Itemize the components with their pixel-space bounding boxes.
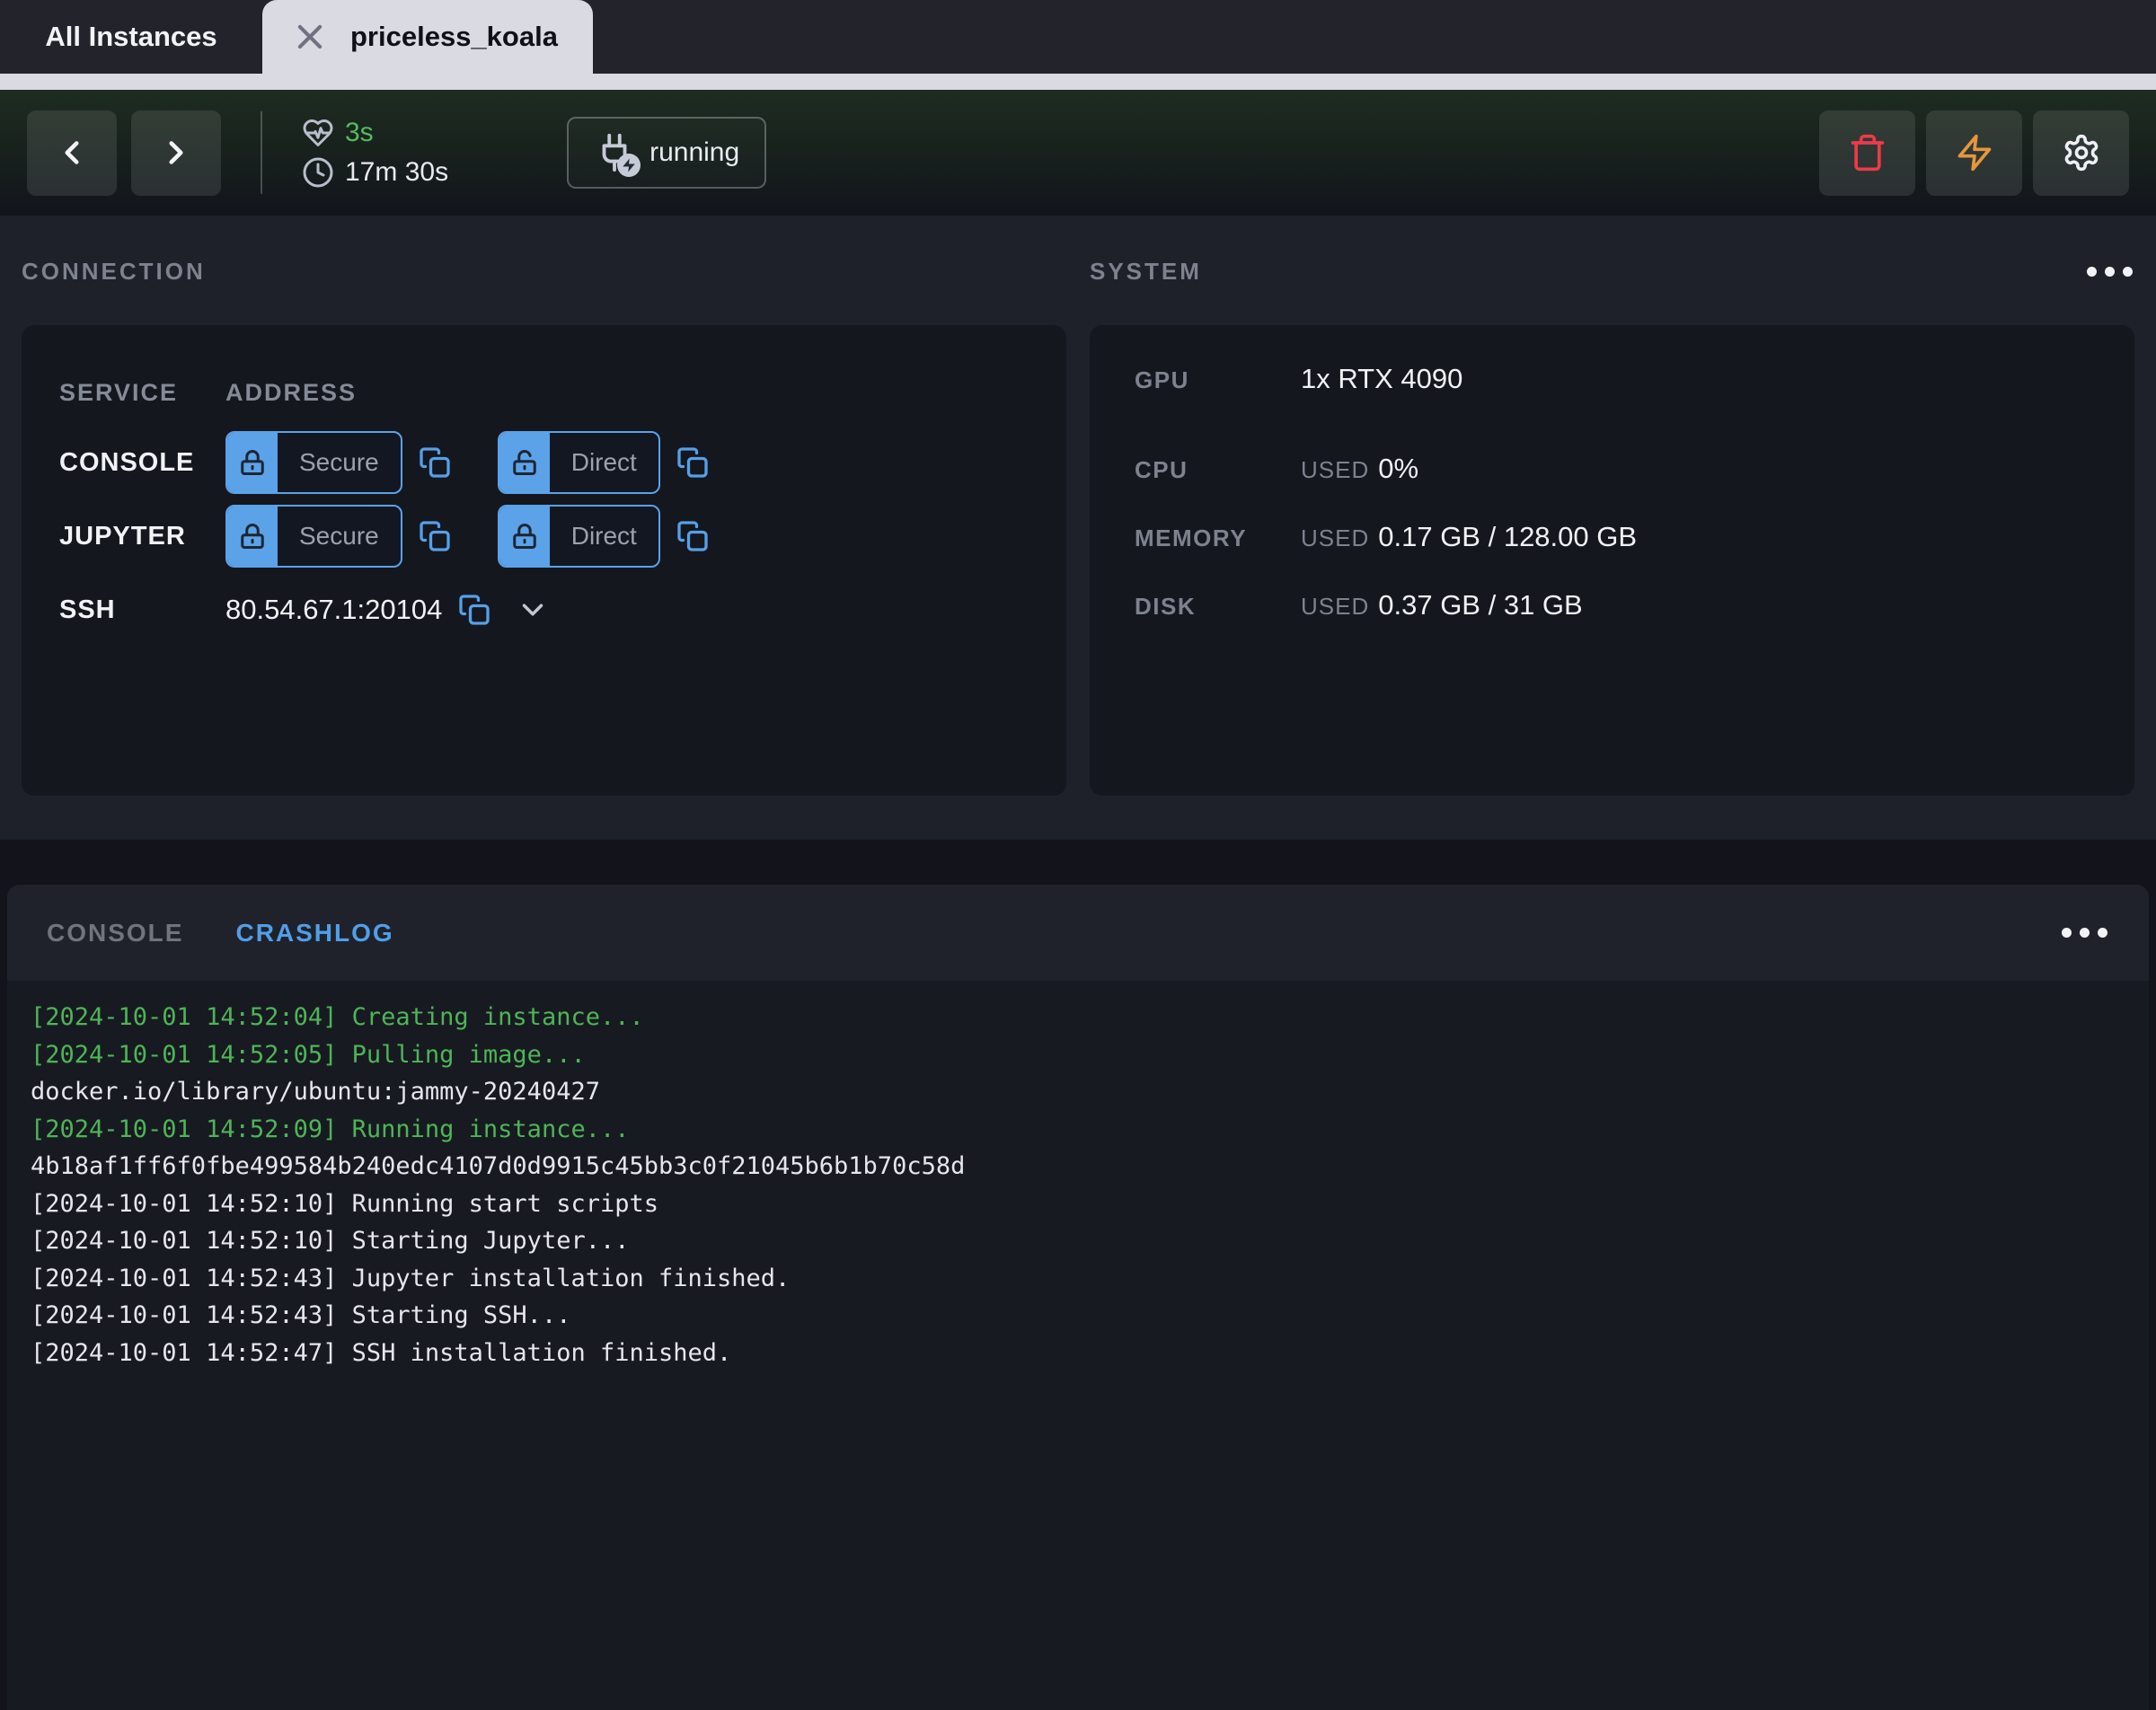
console-secure-label: Secure bbox=[278, 433, 401, 492]
memory-label: MEMORY bbox=[1135, 521, 1301, 553]
gpu-label: GPU bbox=[1135, 363, 1301, 395]
status-badge[interactable]: running bbox=[567, 117, 766, 189]
copy-icon[interactable] bbox=[676, 446, 709, 479]
tab-console[interactable]: CONSOLE bbox=[47, 919, 183, 948]
copy-icon[interactable] bbox=[458, 594, 490, 626]
disk-label: DISK bbox=[1135, 589, 1301, 621]
log-line: [2024-10-01 14:52:10] Running start scri… bbox=[31, 1186, 2125, 1223]
service-name: CONSOLE bbox=[59, 448, 225, 478]
crashlog-output[interactable]: [2024-10-01 14:52:04] Creating instance.… bbox=[7, 981, 2149, 1710]
close-icon[interactable] bbox=[293, 20, 327, 54]
plug-zap-icon bbox=[594, 132, 635, 173]
disk-used-label: USED bbox=[1301, 593, 1369, 620]
memory-used-label: USED bbox=[1301, 524, 1369, 551]
tab-instance-label: priceless_koala bbox=[350, 21, 558, 53]
lock-icon bbox=[227, 433, 278, 492]
connection-card: SERVICE ADDRESS CONSOLE Secure bbox=[22, 325, 1066, 796]
lock-open-icon bbox=[499, 433, 550, 492]
heartbeat-stat: 3s bbox=[302, 117, 448, 149]
disk-row: DISK USED 0.37 GB / 31 GB bbox=[1135, 589, 2120, 621]
copy-icon[interactable] bbox=[419, 520, 451, 552]
log-line: [2024-10-01 14:52:43] Starting SSH... bbox=[31, 1297, 2125, 1335]
gear-icon bbox=[2062, 133, 2101, 172]
memory-row: MEMORY USED 0.17 GB / 128.00 GB bbox=[1135, 521, 2120, 553]
console-direct-label: Direct bbox=[550, 433, 658, 492]
tab-crashlog[interactable]: CRASHLOG bbox=[235, 919, 393, 948]
settings-button[interactable] bbox=[2033, 110, 2129, 196]
ssh-address: 80.54.67.1:20104 bbox=[225, 594, 442, 626]
system-card: GPU 1x RTX 4090 CPU USED 0% MEMORY USED bbox=[1090, 325, 2134, 796]
chevron-left-icon bbox=[53, 134, 91, 172]
jupyter-secure-button[interactable]: Secure bbox=[225, 505, 402, 568]
connection-title: CONNECTION bbox=[22, 258, 206, 286]
console-panel: CONSOLE CRASHLOG [2024-10-01 14:52:04] C… bbox=[7, 885, 2149, 1710]
chevron-down-icon[interactable] bbox=[516, 593, 550, 627]
chevron-right-icon bbox=[157, 134, 195, 172]
uptime-value: 17m 30s bbox=[345, 157, 448, 188]
service-column-header: SERVICE bbox=[59, 379, 225, 407]
cpu-value: 0% bbox=[1378, 453, 1418, 484]
disk-value: 0.37 GB / 31 GB bbox=[1378, 589, 1582, 621]
toolbar-actions bbox=[1819, 110, 2129, 196]
trash-icon bbox=[1848, 133, 1887, 172]
log-line: [2024-10-01 14:52:09] Running instance..… bbox=[31, 1111, 2125, 1149]
system-more-menu-icon[interactable] bbox=[2085, 261, 2134, 282]
system-column: SYSTEM GPU 1x RTX 4090 CPU USED 0% bbox=[1090, 257, 2134, 796]
toolbar-divider bbox=[261, 111, 262, 194]
log-line: [2024-10-01 14:52:10] Starting Jupyter..… bbox=[31, 1222, 2125, 1260]
instance-stats: 3s 17m 30s bbox=[302, 117, 448, 189]
overview-section: CONNECTION SERVICE ADDRESS CONSOLE bbox=[0, 216, 2156, 840]
address-column-header: ADDRESS bbox=[225, 379, 357, 407]
tab-instance[interactable]: priceless_koala bbox=[262, 0, 593, 74]
uptime-stat: 17m 30s bbox=[302, 156, 448, 189]
heart-pulse-icon bbox=[302, 117, 334, 149]
instance-toolbar: 3s 17m 30s running bbox=[0, 90, 2156, 216]
copy-icon[interactable] bbox=[676, 520, 709, 552]
jupyter-secure-label: Secure bbox=[278, 507, 401, 566]
system-title: SYSTEM bbox=[1090, 258, 1202, 286]
cpu-row: CPU USED 0% bbox=[1135, 453, 2120, 485]
table-row-jupyter: JUPYTER Secure bbox=[59, 504, 1029, 569]
service-name: JUPYTER bbox=[59, 522, 225, 551]
tab-all-instances[interactable]: All Instances bbox=[0, 0, 262, 74]
clock-icon bbox=[302, 156, 334, 189]
connection-column: CONNECTION SERVICE ADDRESS CONSOLE bbox=[22, 257, 1066, 796]
log-line: [2024-10-01 14:52:43] Jupyter installati… bbox=[31, 1260, 2125, 1298]
copy-icon[interactable] bbox=[419, 446, 451, 479]
console-direct-button[interactable]: Direct bbox=[498, 431, 660, 494]
zap-icon bbox=[1955, 133, 1994, 172]
log-line: 4b18af1ff6f0fbe499584b240edc4107d0d9915c… bbox=[31, 1148, 2125, 1186]
next-instance-button[interactable] bbox=[131, 110, 221, 196]
tab-bar: All Instances priceless_koala bbox=[0, 0, 2156, 74]
jupyter-direct-label: Direct bbox=[550, 507, 658, 566]
heartbeat-value: 3s bbox=[345, 118, 374, 148]
prev-instance-button[interactable] bbox=[27, 110, 117, 196]
lock-icon bbox=[227, 507, 278, 566]
console-header: CONSOLE CRASHLOG bbox=[7, 885, 2149, 981]
status-label: running bbox=[649, 137, 739, 168]
memory-value: 0.17 GB / 128.00 GB bbox=[1378, 521, 1637, 552]
section-divider bbox=[0, 840, 2156, 885]
destroy-button[interactable] bbox=[1819, 110, 1915, 196]
cpu-label: CPU bbox=[1135, 453, 1301, 485]
jupyter-direct-button[interactable]: Direct bbox=[498, 505, 660, 568]
log-line: docker.io/library/ubuntu:jammy-20240427 bbox=[31, 1073, 2125, 1111]
gpu-row: GPU 1x RTX 4090 bbox=[1135, 363, 2120, 395]
cpu-used-label: USED bbox=[1301, 456, 1369, 483]
gpu-value: 1x RTX 4090 bbox=[1301, 363, 1462, 394]
table-row-console: CONSOLE Secure bbox=[59, 430, 1029, 495]
console-more-menu-icon[interactable] bbox=[2060, 922, 2109, 943]
zap-badge-icon bbox=[617, 154, 641, 177]
lock-icon bbox=[499, 507, 550, 566]
log-line: [2024-10-01 14:52:47] SSH installation f… bbox=[31, 1335, 2125, 1372]
tab-underline-strip bbox=[0, 74, 2156, 90]
console-secure-button[interactable]: Secure bbox=[225, 431, 402, 494]
tab-all-instances-label: All Instances bbox=[45, 21, 216, 53]
service-name: SSH bbox=[59, 595, 225, 625]
log-line: [2024-10-01 14:52:04] Creating instance.… bbox=[31, 999, 2125, 1036]
log-line: [2024-10-01 14:52:05] Pulling image... bbox=[31, 1036, 2125, 1074]
table-row-ssh: SSH 80.54.67.1:20104 bbox=[59, 577, 1029, 642]
reboot-button[interactable] bbox=[1926, 110, 2022, 196]
